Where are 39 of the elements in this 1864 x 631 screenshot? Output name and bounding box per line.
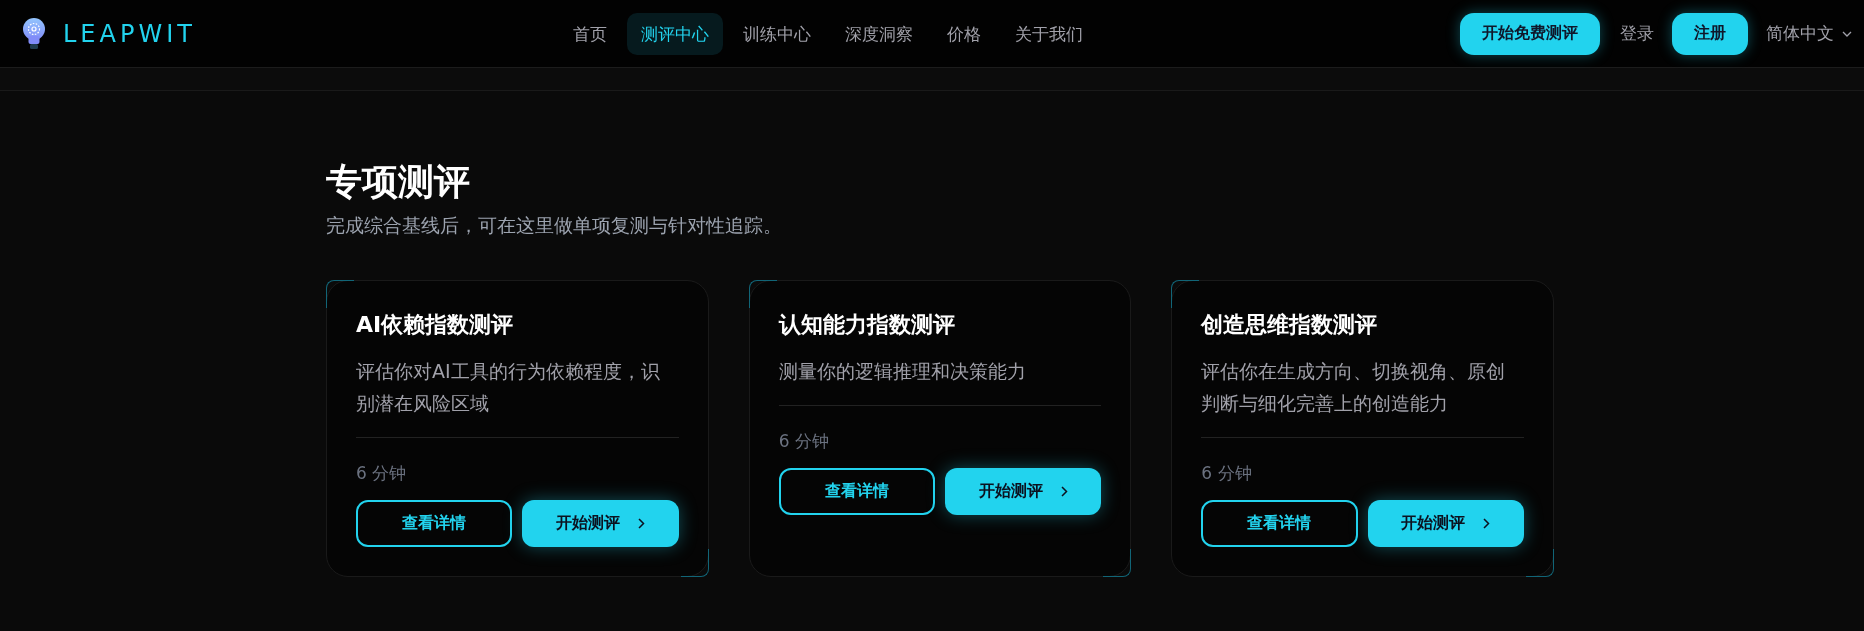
details-button[interactable]: 查看详情 — [1201, 500, 1358, 547]
chevron-right-icon — [638, 518, 645, 529]
corner-accent — [326, 280, 354, 308]
card-title: AI依赖指数测评 — [356, 311, 515, 339]
corner-accent — [680, 549, 709, 577]
primary-button[interactable]: 注册 — [1672, 12, 1748, 55]
corner-accent — [1171, 280, 1200, 308]
nav-tab[interactable]: 关于我们 — [1000, 12, 1097, 55]
corner-accent — [1526, 549, 1554, 577]
nav-tab[interactable]: 测评中心 — [626, 12, 723, 55]
corner-accent — [1103, 549, 1132, 577]
duration-text: 6 分钟 — [356, 462, 408, 484]
card-title: 创造思维指数测评 — [1201, 311, 1379, 339]
language-selector[interactable]: 简体中文 — [1766, 22, 1852, 45]
card-description: 评估你在生成方向、切换视角、原创判断与细化完善上的创造能力 — [1201, 359, 1507, 416]
chevron-right-icon — [1060, 486, 1068, 497]
corner-accent — [748, 280, 777, 308]
duration-text: 6 分钟 — [778, 430, 830, 452]
brand-name: LEAPWIT — [63, 18, 196, 49]
text-link[interactable]: 登录 — [1620, 22, 1654, 45]
start-button[interactable]: 开始测评 — [522, 500, 679, 547]
card-title: 认知能力指数测评 — [778, 311, 956, 339]
duration-text: 6 分钟 — [1201, 462, 1253, 484]
nav-tab[interactable]: 首页 — [558, 12, 621, 55]
start-button[interactable]: 开始测评 — [945, 468, 1102, 515]
details-button[interactable]: 查看详情 — [778, 468, 935, 515]
section-subtitle: 完成综合基线后，可在这里做单项复测与针对性追踪。 — [326, 213, 783, 238]
start-button[interactable]: 开始测评 — [1367, 500, 1524, 547]
section-title: 专项测评 — [326, 160, 471, 204]
lightbulb-icon — [22, 17, 46, 50]
card-description: 评估你对AI工具的行为依赖程度，识别潜在风险区域 — [356, 359, 661, 416]
chevron-down-icon — [1842, 30, 1852, 37]
details-button[interactable]: 查看详情 — [356, 500, 513, 547]
nav-tab[interactable]: 深度洞察 — [830, 12, 927, 55]
nav-tab[interactable]: 价格 — [932, 12, 995, 55]
card-description: 测量你的逻辑推理和决策能力 — [778, 359, 1027, 384]
chevron-right-icon — [1483, 518, 1491, 529]
nav-tab[interactable]: 训练中心 — [728, 12, 825, 55]
primary-button[interactable]: 开始免费测评 — [1460, 12, 1600, 55]
